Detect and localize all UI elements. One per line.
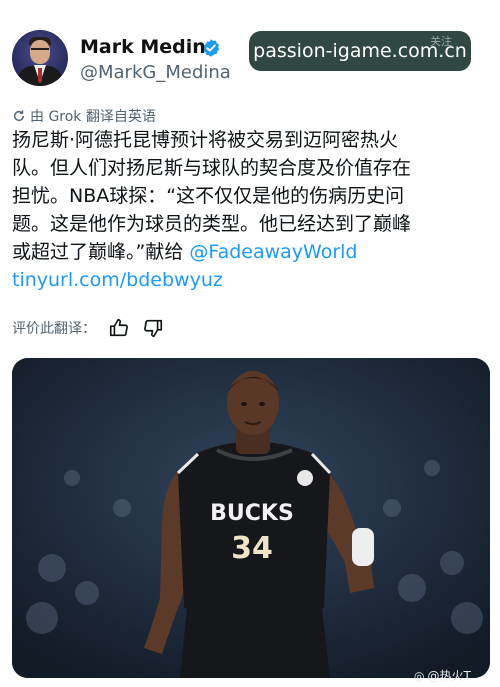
tweet-line: 担忧。NBA球探：“这不仅仅是他的伤病历史问 bbox=[12, 185, 405, 207]
source-watermark-text: @热火T bbox=[427, 669, 471, 683]
tweet-line-text: 或超过了巅峰。”献给 bbox=[12, 241, 190, 263]
verified-badge-icon bbox=[203, 39, 220, 57]
tweet-line: 队。但人们对扬尼斯与球队的契合度及价值存在 bbox=[12, 157, 412, 179]
rate-translation: 评价此翻译： bbox=[12, 317, 164, 339]
player-illustration: BUCKS 34 bbox=[12, 358, 490, 678]
source-watermark: ◎ @热火T bbox=[414, 667, 471, 684]
thumbs-up-icon[interactable] bbox=[108, 317, 130, 339]
avatar-glasses bbox=[31, 48, 49, 54]
thumbs-down-icon[interactable] bbox=[142, 317, 164, 339]
tweet-photo[interactable]: BUCKS 34 bbox=[12, 358, 490, 678]
translation-label: 由 Grok 翻译自英语 bbox=[30, 109, 156, 125]
follow-button[interactable]: 关注 bbox=[430, 33, 452, 49]
author-name[interactable]: Mark Medina bbox=[80, 36, 219, 58]
translate-icon bbox=[13, 110, 25, 122]
author-avatar[interactable] bbox=[12, 30, 68, 86]
jersey-team-text: BUCKS bbox=[210, 501, 294, 526]
weibo-icon: ◎ bbox=[414, 668, 425, 683]
url-link[interactable]: tinyurl.com/bdebwyuz bbox=[12, 269, 223, 291]
mention-link[interactable]: @FadeawayWorld bbox=[189, 241, 357, 263]
tweet-line: 扬尼斯·阿德托昆博预计将被交易到迈阿密热火 bbox=[12, 129, 399, 151]
jersey-number-text: 34 bbox=[231, 531, 273, 566]
rate-label: 评价此翻译： bbox=[12, 321, 96, 337]
tweet-line: 题。这是他作为球员的类型。他已经达到了巅峰 bbox=[12, 213, 412, 235]
translation-note: 由 Grok 翻译自英语 bbox=[12, 106, 156, 126]
avatar-tie bbox=[38, 68, 42, 82]
tweet-line: 或超过了巅峰。”献给 @FadeawayWorld bbox=[12, 238, 488, 266]
author-handle[interactable]: @MarkG_Medina bbox=[80, 62, 231, 83]
tweet-body: 扬尼斯·阿德托昆博预计将被交易到迈阿密热火 队。但人们对扬尼斯与球队的契合度及价… bbox=[12, 126, 488, 294]
